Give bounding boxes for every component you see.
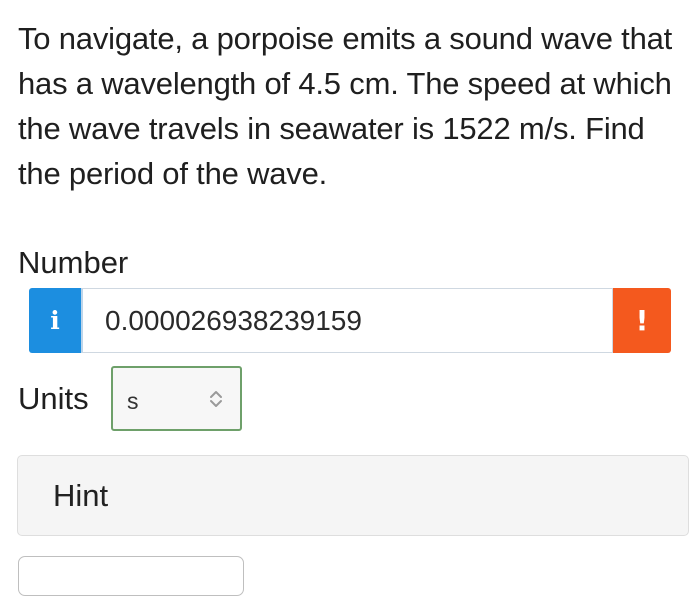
units-selected-value: s <box>127 388 139 414</box>
info-icon: i <box>50 306 60 335</box>
answer-row: i ! <box>29 288 671 353</box>
hint-button[interactable]: Hint <box>17 455 689 536</box>
alert-badge[interactable]: ! <box>613 288 671 353</box>
hint-label: Hint <box>53 477 109 513</box>
exclamation-icon: ! <box>635 304 649 337</box>
answer-input[interactable] <box>81 288 613 353</box>
select-chevrons-icon <box>206 386 226 412</box>
units-select[interactable]: s <box>111 366 242 431</box>
number-label: Number <box>18 245 129 280</box>
partial-button[interactable] <box>18 556 244 596</box>
question-text: To navigate, a porpoise emits a sound wa… <box>18 21 673 191</box>
info-button[interactable]: i <box>29 288 81 353</box>
units-label: Units <box>18 381 89 416</box>
